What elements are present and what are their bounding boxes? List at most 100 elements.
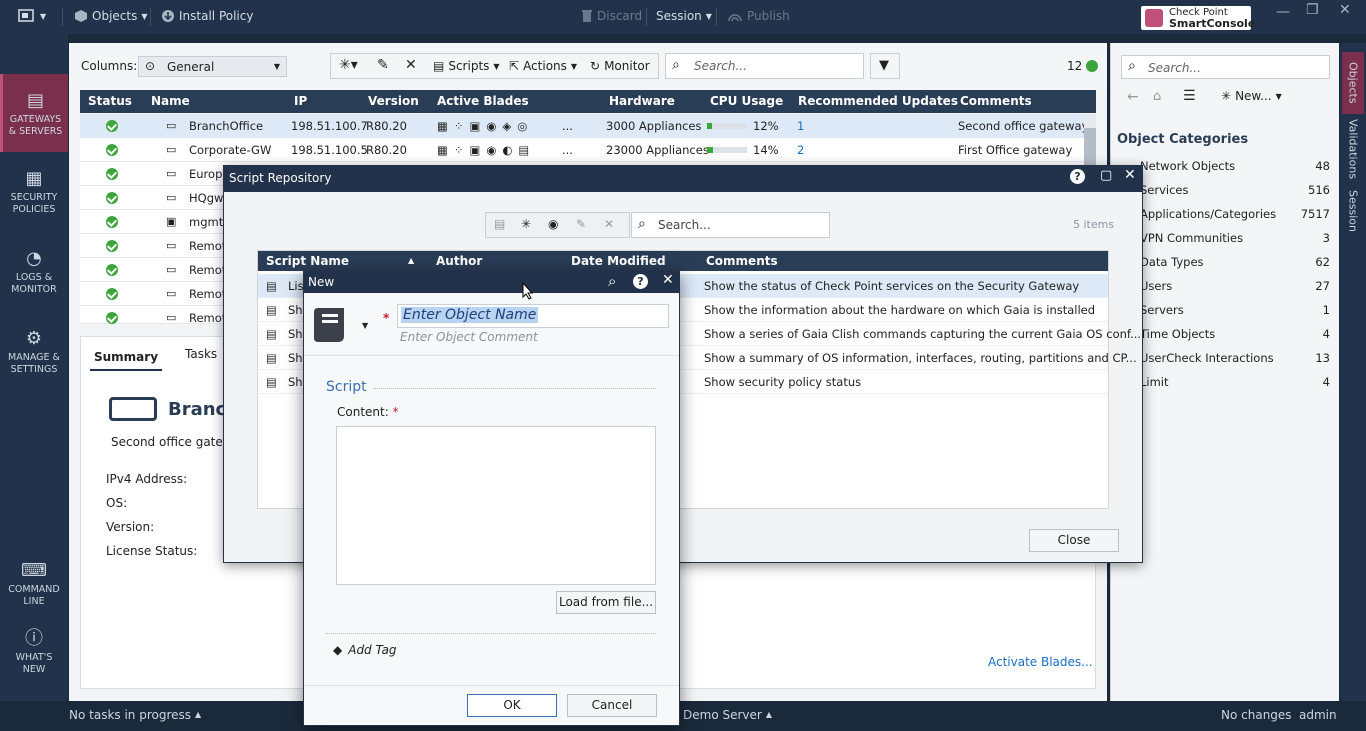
category-item[interactable]: VPN Communities [1140, 231, 1243, 245]
script-type-icon[interactable] [312, 304, 352, 344]
category-item[interactable]: UserCheck Interactions [1140, 351, 1274, 365]
brand-logo: Check Point SmartConsole [1141, 6, 1255, 30]
category-item[interactable]: Services [1140, 183, 1189, 197]
col-name[interactable]: Name [151, 90, 190, 113]
help-icon[interactable]: ? [1070, 169, 1085, 184]
vtab-validations[interactable]: Validations [1342, 118, 1364, 180]
restore-icon[interactable]: ❐ [1306, 2, 1319, 18]
object-comment-input[interactable]: Enter Object Comment [400, 330, 538, 344]
search-icon[interactable]: ⌕ [608, 272, 616, 290]
delete-icon[interactable]: ✕ [405, 57, 417, 73]
nav-security-policies[interactable]: ▦ SECURITY POLICIES [0, 168, 68, 216]
tasks-status[interactable]: No tasks in progress ▲ [69, 708, 201, 722]
ok-button[interactable]: OK [467, 694, 557, 717]
content-label: Content: * [337, 405, 399, 419]
category-item[interactable]: Network Objects [1140, 159, 1235, 173]
category-item[interactable]: Time Objects [1140, 327, 1215, 341]
help-icon[interactable]: ? [633, 274, 648, 289]
columns-select[interactable]: ⊙ General ▼ [138, 56, 287, 77]
user-status[interactable]: admin [1299, 708, 1337, 722]
grid-search-input[interactable]: ⌕ Search... [665, 53, 864, 79]
server-icon: ▣ [166, 215, 177, 228]
nav-gateways-servers[interactable]: ▤ GATEWAYS & SERVERS [0, 74, 68, 152]
col-status[interactable]: Status [88, 90, 132, 113]
vtab-objects[interactable]: Objects [1342, 52, 1364, 114]
col-updates[interactable]: Recommended Updates [798, 90, 958, 113]
status-ok-icon [106, 192, 118, 204]
discard-button[interactable]: Discard [581, 9, 642, 23]
category-item[interactable]: Servers [1140, 303, 1184, 317]
trash-icon [582, 10, 592, 22]
chevron-down-icon[interactable]: ▼ [362, 321, 368, 330]
app-menu-button[interactable]: ▼ [18, 9, 46, 23]
home-icon[interactable]: ⌂ [1153, 89, 1161, 104]
objects-search-input[interactable]: ⌕ Search... [1121, 55, 1330, 79]
server-status[interactable]: Demo Server ▲ [683, 708, 772, 722]
close-app-icon[interactable]: ✕ [1339, 2, 1351, 18]
nav-command-line[interactable]: ⌨ COMMAND LINE [0, 560, 68, 608]
new-object-button[interactable]: ✳ New... ▼ [1221, 89, 1282, 103]
status-ok-icon [106, 264, 118, 276]
script-content-textarea[interactable] [336, 426, 656, 585]
list-view-icon[interactable]: ☰ [1183, 88, 1196, 104]
objects-menu-button[interactable]: Objects ▼ [74, 9, 148, 23]
col-version[interactable]: Version [368, 90, 419, 113]
category-item[interactable]: Applications/Categories [1140, 207, 1276, 221]
session-menu-button[interactable]: Session ▼ [656, 9, 712, 23]
action-toolbar: ✳▾ ✎ ✕ ▤ Scripts ▼ ⇱ Actions ▼ ↻ Monitor [330, 53, 659, 79]
new-star-icon[interactable]: ✳▾ [339, 57, 358, 73]
eye-icon[interactable]: ◉ [548, 217, 558, 231]
col-date-modified[interactable]: Date Modified [571, 251, 666, 271]
install-policy-button[interactable]: Install Policy [161, 9, 253, 23]
label-ipv4: IPv4 Address: [106, 472, 188, 486]
tab-tasks[interactable]: Tasks [185, 347, 217, 361]
col-hardware[interactable]: Hardware [609, 90, 675, 113]
nav-whats-new[interactable]: ⓘ WHAT'S NEW [0, 628, 68, 676]
col-comments[interactable]: Comments [960, 90, 1032, 113]
back-arrow-icon[interactable]: ← [1127, 89, 1139, 105]
repo-search-input[interactable]: ⌕ Search... [631, 212, 830, 238]
status-bar: No tasks in progress ▲ Demo Server ▲ No ch… [0, 701, 1366, 731]
scripts-menu-button[interactable]: ▤ Scripts ▼ [433, 59, 500, 73]
new-title-bar: New ⌕ ? ✕ [303, 271, 680, 293]
vtab-session[interactable]: Session [1342, 184, 1364, 238]
col-script-name[interactable]: Script Name [266, 251, 350, 271]
table-row[interactable]: ▭ BranchOffice 198.51.100.7 R80.20 ▦⁘▣◉◈… [80, 114, 1096, 138]
nav-logs-monitor[interactable]: ◔ LOGS & MONITOR [0, 248, 68, 296]
table-row[interactable]: ▭ Corporate-GW 198.51.100.5 R80.20 ▦⁘▣◉◐… [80, 138, 1096, 162]
object-count: 12 [1067, 59, 1099, 73]
add-tag-button[interactable]: ◆ Add Tag [333, 643, 397, 657]
edit-icon[interactable]: ✎ [576, 217, 586, 231]
copy-icon[interactable]: ▤ [494, 217, 505, 231]
col-repo-comments[interactable]: Comments [706, 251, 778, 271]
close-icon[interactable]: ✕ [662, 272, 674, 288]
gateway-large-icon [109, 397, 157, 421]
category-item[interactable]: Data Types [1140, 255, 1204, 269]
category-item[interactable]: Users [1140, 279, 1172, 293]
nav-manage-settings[interactable]: ⚙ MANAGE & SETTINGS [0, 328, 68, 376]
load-from-file-button[interactable]: Load from file... [556, 591, 656, 614]
object-name-input[interactable]: Enter Object Name [397, 304, 669, 328]
activate-blades-link[interactable]: Activate Blades... [988, 655, 1093, 669]
close-icon[interactable]: ✕ [1124, 167, 1136, 183]
edit-icon[interactable]: ✎ [377, 57, 389, 73]
col-author[interactable]: Author [436, 251, 483, 271]
tab-summary[interactable]: Summary [90, 343, 162, 371]
cancel-button[interactable]: Cancel [567, 694, 657, 717]
col-ip[interactable]: IP [294, 90, 308, 113]
col-active-blades[interactable]: Active Blades [437, 90, 529, 113]
gateway-icon: ▭ [166, 239, 177, 252]
minimize-icon[interactable]: — [1276, 4, 1290, 20]
delete-icon[interactable]: ✕ [604, 217, 614, 231]
publish-button[interactable]: Publish [727, 9, 790, 23]
help-circle-icon: ⓘ [25, 628, 43, 649]
repo-close-button[interactable]: Close [1029, 529, 1119, 552]
new-star-icon[interactable]: ✳ [521, 217, 531, 231]
col-cpu[interactable]: CPU Usage [710, 90, 784, 113]
filter-button[interactable]: ▼ [870, 53, 900, 79]
category-item[interactable]: Limit [1140, 375, 1169, 389]
monitor-button[interactable]: ↻ Monitor [590, 59, 650, 73]
maximize-icon[interactable]: ▢ [1100, 168, 1112, 183]
top-bar: ▼ Objects ▼ Install Policy Discard Sessio… [0, 0, 1366, 34]
actions-menu-button[interactable]: ⇱ Actions ▼ [509, 59, 577, 73]
